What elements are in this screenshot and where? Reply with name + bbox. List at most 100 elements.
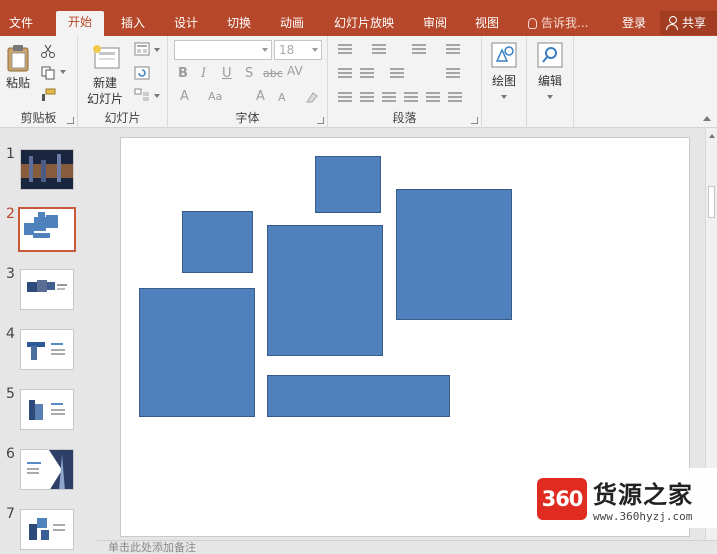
slide-thumbnail-1[interactable]: [20, 149, 74, 190]
tab-file[interactable]: 文件: [0, 12, 42, 36]
new-slide-button[interactable]: 新建 幻灯片: [82, 42, 128, 108]
decrease-font-icon[interactable]: A: [278, 91, 286, 104]
notes-pane[interactable]: 单击此处添加备注: [96, 540, 717, 554]
editing-button[interactable]: 编辑: [531, 40, 569, 106]
tab-animations[interactable]: 动画: [271, 12, 313, 36]
bullets-icon[interactable]: [338, 44, 352, 56]
group-slides: 新建 幻灯片 幻灯片: [78, 36, 168, 128]
tell-me-text: 告诉我...: [541, 16, 589, 30]
text-direction-icon[interactable]: [446, 44, 460, 56]
align-center-icon[interactable]: [360, 92, 374, 104]
clipboard-launcher[interactable]: [67, 117, 74, 124]
rectangle-shape[interactable]: [315, 156, 381, 213]
change-case-icon[interactable]: Aa: [208, 90, 222, 103]
tab-view[interactable]: 视图: [466, 12, 508, 36]
slide-thumbnail-3[interactable]: [20, 269, 74, 310]
paragraph-group-label: 段落: [392, 111, 417, 125]
mini-photo: [47, 282, 55, 290]
new-slide-label-2: 幻灯片: [86, 92, 123, 106]
tab-slideshow[interactable]: 幻灯片放映: [326, 12, 402, 36]
slide-thumbnail-pane: 1 2 3 4 5 6 7: [0, 128, 96, 554]
align-left-icon[interactable]: [338, 92, 352, 104]
mini-bar: [31, 346, 37, 360]
tab-home[interactable]: 开始: [56, 11, 104, 36]
rectangle-shape[interactable]: [182, 211, 253, 273]
drawing-button[interactable]: 绘图: [486, 40, 522, 106]
tab-transitions[interactable]: 切换: [218, 12, 260, 36]
slides-group-label: 幻灯片: [104, 111, 141, 125]
mini-shape: [37, 518, 47, 528]
slide-number: 7: [6, 506, 15, 522]
shapes-icon: [491, 42, 517, 68]
line-spacing-icon[interactable]: [412, 44, 426, 56]
layout-dropdown-arrow[interactable]: [154, 48, 160, 52]
mini-text-line: [53, 529, 65, 531]
strikethrough-icon[interactable]: abc: [263, 67, 283, 80]
align-text-icon[interactable]: [446, 68, 460, 80]
smartart-icon[interactable]: [448, 92, 462, 104]
scrollbar-thumb[interactable]: [708, 186, 715, 218]
slide-number: 3: [6, 266, 15, 282]
justify-icon[interactable]: [404, 92, 418, 104]
paste-button[interactable]: 粘贴: [2, 42, 34, 94]
tab-insert[interactable]: 插入: [112, 12, 154, 36]
mini-shape: [38, 212, 45, 217]
font-size-combo[interactable]: 18: [274, 40, 322, 60]
shadow-icon[interactable]: S: [245, 66, 253, 81]
increase-font-icon[interactable]: A: [256, 89, 265, 104]
editing-label: 编辑: [537, 74, 562, 88]
distributed-icon[interactable]: [426, 92, 440, 104]
columns-icon[interactable]: [390, 68, 404, 80]
rectangle-shape[interactable]: [396, 189, 512, 320]
reset-icon[interactable]: [134, 66, 150, 80]
slide-thumbnail-4[interactable]: [20, 329, 74, 370]
clipboard-group-label: 剪贴板: [20, 111, 57, 125]
login-button[interactable]: 登录: [622, 12, 646, 34]
rectangle-shape[interactable]: [267, 225, 383, 356]
watermark-url: www.360hyzj.com: [593, 510, 693, 523]
mini-text-line: [57, 284, 67, 286]
align-right-icon[interactable]: [382, 92, 396, 104]
share-button[interactable]: 共享: [660, 11, 717, 35]
format-painter-icon[interactable]: [40, 88, 56, 102]
mini-shape: [46, 215, 58, 228]
section-dropdown-arrow[interactable]: [154, 94, 160, 98]
rectangle-shape[interactable]: [139, 288, 255, 417]
slide-thumbnail-6[interactable]: [20, 449, 74, 490]
slide-thumbnail-5[interactable]: [20, 389, 74, 430]
copy-dropdown-arrow[interactable]: [60, 70, 66, 74]
mini-text-line: [51, 353, 65, 355]
increase-indent-icon[interactable]: [360, 68, 374, 80]
clear-formatting-icon[interactable]: [304, 90, 320, 104]
copy-icon[interactable]: [40, 66, 56, 80]
notes-placeholder: 单击此处添加备注: [108, 541, 196, 554]
scroll-up-icon[interactable]: [709, 134, 715, 138]
chevron-down-icon: [262, 48, 268, 52]
underline-icon[interactable]: U: [222, 66, 232, 81]
font-launcher[interactable]: [317, 117, 324, 124]
font-color-icon[interactable]: A: [180, 89, 189, 104]
tab-review[interactable]: 审阅: [414, 12, 456, 36]
slide-number: 4: [6, 326, 15, 342]
rectangle-shape[interactable]: [267, 375, 450, 417]
font-size-value: 18: [279, 43, 295, 57]
section-icon[interactable]: [134, 88, 150, 102]
tab-design[interactable]: 设计: [165, 12, 207, 36]
slide-number: 6: [6, 446, 15, 462]
font-name-combo[interactable]: [174, 40, 272, 60]
layout-icon[interactable]: [134, 42, 150, 56]
slide-thumbnail-2[interactable]: [18, 207, 76, 252]
decrease-indent-icon[interactable]: [338, 68, 352, 80]
tell-me-search[interactable]: 告诉我...: [528, 12, 588, 34]
cut-icon[interactable]: [40, 44, 56, 58]
mini-photo: [37, 280, 47, 292]
bold-icon[interactable]: B: [178, 66, 188, 81]
numbering-icon[interactable]: [372, 44, 386, 56]
slide-number: 5: [6, 386, 15, 402]
building-shape: [57, 154, 61, 182]
char-spacing-icon[interactable]: AV: [287, 64, 303, 78]
italic-icon[interactable]: I: [201, 66, 206, 81]
collapse-ribbon-icon[interactable]: [703, 116, 711, 121]
slide-thumbnail-7[interactable]: [20, 509, 74, 550]
paragraph-launcher[interactable]: [471, 117, 478, 124]
